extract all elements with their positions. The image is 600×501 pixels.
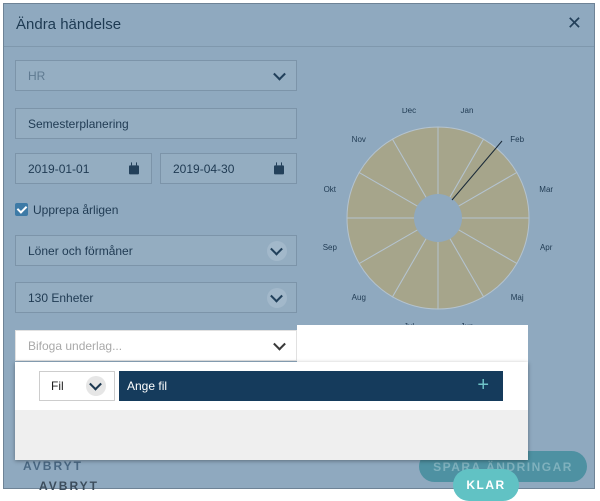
calendar-icon[interactable] xyxy=(129,161,139,174)
category-select[interactable]: HR xyxy=(15,60,297,91)
name-value: Semesterplanering xyxy=(28,116,129,131)
attachment-type-select[interactable]: Fil xyxy=(39,371,115,401)
attachment-popup: Fil Ange fil + AVBRYT KLAR xyxy=(15,362,528,501)
dialog-cancel-button[interactable]: AVBRYT xyxy=(23,459,83,473)
year-wheel: JanFebMarAprMajJunJulAugSepOktNovDec xyxy=(323,108,554,328)
wheel-label-apr: Apr xyxy=(540,243,553,252)
attachment-popup-footer: AVBRYT KLAR xyxy=(15,410,528,501)
chevron-down-icon xyxy=(270,242,283,256)
repeat-checkbox[interactable] xyxy=(15,203,28,216)
wheel-label-dec: Dec xyxy=(402,108,416,115)
end-date-field[interactable]: 2019-04-30 xyxy=(160,153,297,184)
dropdown-toggle[interactable] xyxy=(86,376,106,396)
wheel-label-feb: Feb xyxy=(510,135,524,144)
chevron-down-icon xyxy=(273,337,286,351)
dialog-title: Ändra händelse xyxy=(16,16,122,33)
file-input[interactable]: Ange fil + xyxy=(119,371,503,401)
category-value: HR xyxy=(28,68,46,83)
name-field[interactable]: Semesterplanering xyxy=(15,108,297,139)
start-date-field[interactable]: 2019-01-01 xyxy=(15,153,152,184)
attachment-strip xyxy=(297,325,528,362)
repeat-label: Upprepa årligen xyxy=(33,203,119,217)
group-value: Löner och förmåner xyxy=(28,243,133,258)
popup-cancel-button[interactable]: AVBRYT xyxy=(39,479,99,493)
attachment-select[interactable]: Bifoga underlag... xyxy=(15,330,297,361)
chevron-down-icon xyxy=(89,377,102,391)
wheel-label-jan: Jan xyxy=(461,108,474,115)
dropdown-toggle[interactable] xyxy=(267,287,287,308)
chevron-down-icon xyxy=(273,67,286,81)
wheel-label-okt: Okt xyxy=(324,185,337,194)
wheel-label-mar: Mar xyxy=(539,185,553,194)
dropdown-toggle[interactable] xyxy=(267,240,287,261)
units-select[interactable]: 130 Enheter xyxy=(15,282,297,313)
units-value: 130 Enheter xyxy=(28,290,94,305)
wheel-label-sep: Sep xyxy=(323,243,338,252)
start-date-value: 2019-01-01 xyxy=(28,161,90,176)
group-select[interactable]: Löner och förmåner xyxy=(15,235,297,266)
wheel-label-nov: Nov xyxy=(352,135,366,144)
attachment-placeholder: Bifoga underlag... xyxy=(28,338,123,353)
file-input-label: Ange fil xyxy=(127,379,168,393)
wheel-label-aug: Aug xyxy=(352,293,366,302)
dialog-header: Ändra händelse ✕ xyxy=(4,4,594,47)
chevron-down-icon xyxy=(270,289,283,303)
plus-icon[interactable]: + xyxy=(477,375,489,395)
wheel-label-maj: Maj xyxy=(511,293,524,302)
year-wheel-hole xyxy=(414,194,462,242)
attachment-type-value: Fil xyxy=(51,379,64,393)
close-icon[interactable]: ✕ xyxy=(567,13,582,34)
attachment-popup-body: Fil Ange fil + xyxy=(15,362,528,410)
calendar-icon[interactable] xyxy=(274,161,284,174)
end-date-value: 2019-04-30 xyxy=(173,161,235,176)
popup-done-button[interactable]: KLAR xyxy=(453,469,519,501)
